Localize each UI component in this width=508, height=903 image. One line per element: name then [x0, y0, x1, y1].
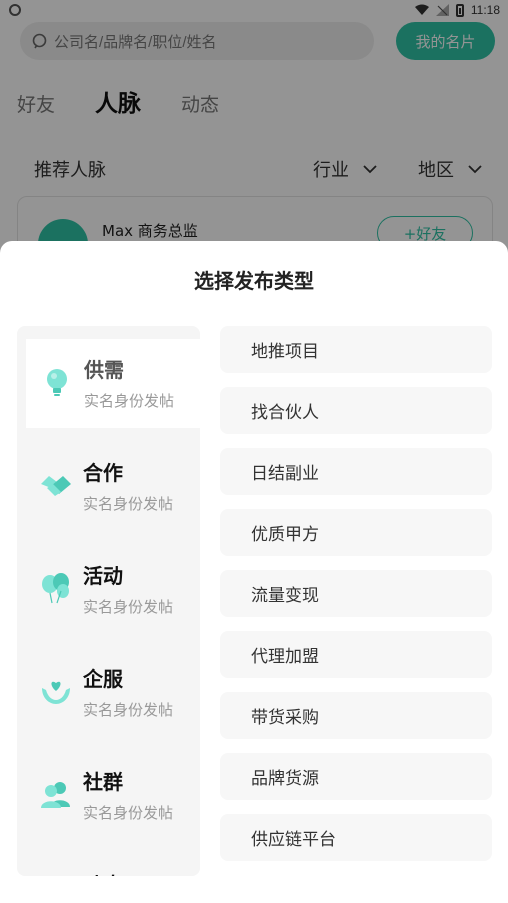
balloons-icon	[42, 573, 69, 604]
subcategory-item[interactable]: 找合伙人	[220, 387, 492, 434]
category-subtitle: 实名身份发帖	[83, 495, 174, 513]
subcategory-item[interactable]: 带货采购	[220, 692, 492, 739]
subcategory-item[interactable]: 品牌货源	[220, 753, 492, 800]
category-name: 社群	[83, 770, 123, 794]
subcategory-item[interactable]: 优质甲方	[220, 509, 492, 556]
category-name: 活动	[83, 564, 123, 588]
category-name: 合作	[83, 461, 123, 485]
category-name: 动态	[83, 869, 123, 876]
people-icon	[41, 782, 70, 808]
subcategory-item[interactable]: 日结副业	[220, 448, 492, 495]
handshake-icon	[41, 476, 71, 496]
subcategory-item[interactable]: 供应链平台	[220, 814, 492, 861]
category-subtitle: 实名身份发帖	[83, 804, 174, 822]
category-subtitle: 实名身份发帖	[84, 392, 175, 410]
category-name: 企服	[83, 667, 123, 691]
heart-hands-icon	[42, 681, 70, 704]
lightbulb-icon	[47, 369, 67, 396]
category-list: 供需 实名身份发帖 合作 实名身份发帖 活动 实名身份发帖 企服 实名身份发帖 …	[17, 326, 200, 876]
category-item-supply-demand[interactable]: 供需 实名身份发帖	[26, 339, 200, 428]
category-subtitle: 实名身份发帖	[83, 701, 174, 719]
publish-type-sheet: 选择发布类型 供需 实名身份发帖 合作 实名身份发帖 活动 实名身份发帖 企服 …	[0, 241, 508, 903]
category-item-cooperation[interactable]: 合作 实名身份发帖	[17, 442, 200, 531]
sheet-title: 选择发布类型	[194, 269, 314, 293]
category-item-events[interactable]: 活动 实名身份发帖	[17, 545, 200, 634]
category-item-community[interactable]: 社群 实名身份发帖	[17, 751, 200, 840]
category-subtitle: 实名身份发帖	[83, 598, 174, 616]
category-name: 供需	[84, 358, 124, 382]
category-item-enterprise-service[interactable]: 企服 实名身份发帖	[17, 648, 200, 737]
category-item-feed[interactable]: 动态	[17, 854, 200, 876]
subcategory-item[interactable]: 代理加盟	[220, 631, 492, 678]
subcategory-item[interactable]: 地推项目	[220, 326, 492, 373]
subcategory-item[interactable]: 流量变现	[220, 570, 492, 617]
